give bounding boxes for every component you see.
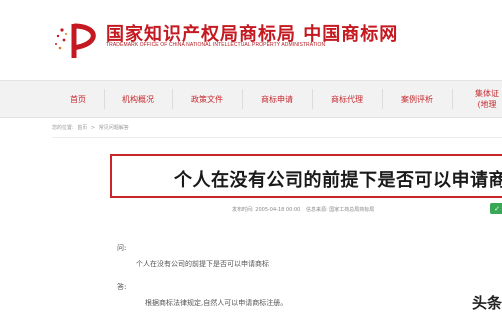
main-nav: 首页 机构概况 政策文件 商标申请 商标代理 案例评析 集体证 (地理 xyxy=(0,80,502,118)
cnipa-logo-icon[interactable] xyxy=(52,20,108,60)
nav-item-policy[interactable]: 政策文件 xyxy=(172,81,242,117)
breadcrumb-home-link[interactable]: 首页 xyxy=(77,125,87,131)
answer-text: 根据商标法律规定,自然人可以申请商标注册。 xyxy=(145,299,288,307)
nav-item-collective[interactable]: 集体证 (地理 xyxy=(452,81,502,117)
breadcrumb: 您的位置: 首页 > 常见问题解答 xyxy=(52,124,131,131)
info-source: 信息来源: 国家工商总局商标局 xyxy=(305,207,375,213)
breadcrumb-prefix: 您的位置: xyxy=(52,125,74,131)
publish-time: 发布时间: 2005-04-18 00:00 xyxy=(232,207,301,213)
site-header: 国家知识产权局商标局 中国商标网 TRADEMARK OFFICE OF CHI… xyxy=(0,0,502,80)
breadcrumb-separator: > xyxy=(90,125,96,131)
content-divider xyxy=(52,137,502,138)
nav-item-cases[interactable]: 案例评析 xyxy=(382,81,452,117)
wechat-share-icon[interactable]: ✓ xyxy=(490,203,502,214)
nav-item-application[interactable]: 商标申请 xyxy=(242,81,312,117)
nav-item-about[interactable]: 机构概况 xyxy=(104,81,172,117)
breadcrumb-current[interactable]: 常见问题解答 xyxy=(99,125,129,131)
article-meta: 发布时间: 2005-04-18 00:00 信息来源: 国家工商总局商标局 xyxy=(232,206,378,213)
site-subtitle: TRADEMARK OFFICE OF CHINA NATIONAL INTEL… xyxy=(106,42,326,48)
toutiao-watermark: 头条 xyxy=(472,294,502,312)
question-text: 个人在没有公司的前提下是否可以申请商标 xyxy=(136,260,269,268)
article-title: 个人在没有公司的前提下是否可以申请商标 xyxy=(174,170,502,191)
nav-item-agency[interactable]: 商标代理 xyxy=(312,81,382,117)
question-label: 问: xyxy=(117,244,127,252)
nav-item-collective-line2: (地理 xyxy=(477,100,497,109)
article-title-box: 个人在没有公司的前提下是否可以申请商标 xyxy=(110,154,502,198)
nav-item-collective-line1: 集体证 xyxy=(475,89,499,98)
nav-item-home[interactable]: 首页 xyxy=(52,81,104,117)
answer-label: 答: xyxy=(117,283,127,291)
